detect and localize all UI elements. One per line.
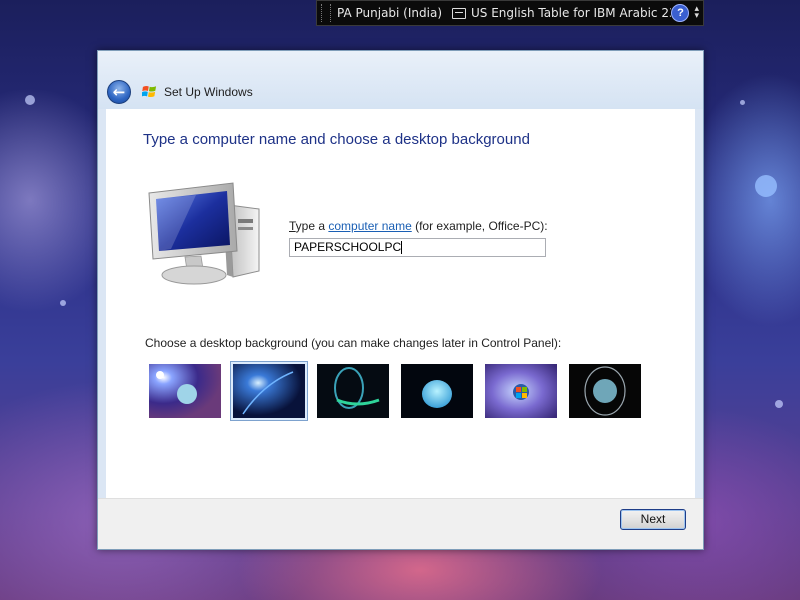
keyboard-layout-button[interactable]: US English Table for IBM Arabic 238_L (471, 6, 671, 20)
content-panel: Type a computer name and choose a deskto… (106, 109, 695, 501)
help-button[interactable]: ? (671, 4, 690, 22)
background-star (775, 400, 783, 408)
text-cursor (401, 241, 403, 255)
label-accelerator: T (289, 219, 296, 233)
computer-name-label: Type a computer name (for example, Offic… (289, 219, 548, 233)
windows-logo-icon (142, 86, 157, 97)
background-thumbnail-blue-nebula[interactable] (230, 361, 308, 421)
background-thumbnail-planet-flare[interactable] (149, 364, 221, 418)
computer-name-input[interactable]: PAPERSCHOOLPC (289, 238, 546, 257)
background-thumbnail-glowing-sphere[interactable] (401, 364, 473, 418)
background-star (755, 175, 777, 197)
footer-bar: Next (98, 498, 703, 549)
setup-window: ← Set Up Windows Type a computer name an… (97, 50, 704, 550)
computer-icon (148, 182, 260, 285)
background-star (60, 300, 66, 306)
background-thumbnail-ringed-planet[interactable] (569, 364, 641, 418)
computer-name-link[interactable]: computer name (328, 219, 411, 233)
title-bar: ← Set Up Windows (98, 51, 703, 109)
window-title: Set Up Windows (164, 85, 253, 99)
desktop-background-label: Choose a desktop background (you can mak… (145, 336, 562, 350)
keyboard-icon (452, 7, 466, 19)
label-text: (for example, Office-PC): (411, 219, 548, 233)
background-thumbnail-windows-orb[interactable] (485, 364, 557, 418)
arrow-left-icon: ← (112, 83, 126, 101)
language-bar-options-icon[interactable]: ▴ ▾ (694, 5, 699, 21)
computer-name-value: PAPERSCHOOLPC (294, 240, 402, 254)
next-button[interactable]: Next (620, 509, 686, 530)
language-bar-grip[interactable] (321, 4, 331, 22)
page-heading: Type a computer name and choose a deskto… (143, 131, 530, 148)
background-star (25, 95, 35, 105)
label-text: ype a (295, 219, 329, 233)
back-button[interactable]: ← (107, 80, 131, 104)
input-language-button[interactable]: PA Punjabi (India) (337, 6, 442, 20)
background-star (740, 100, 745, 105)
background-thumbnail-ring-swirl[interactable] (317, 364, 389, 418)
language-bar[interactable]: PA Punjabi (India) US English Table for … (316, 0, 704, 26)
